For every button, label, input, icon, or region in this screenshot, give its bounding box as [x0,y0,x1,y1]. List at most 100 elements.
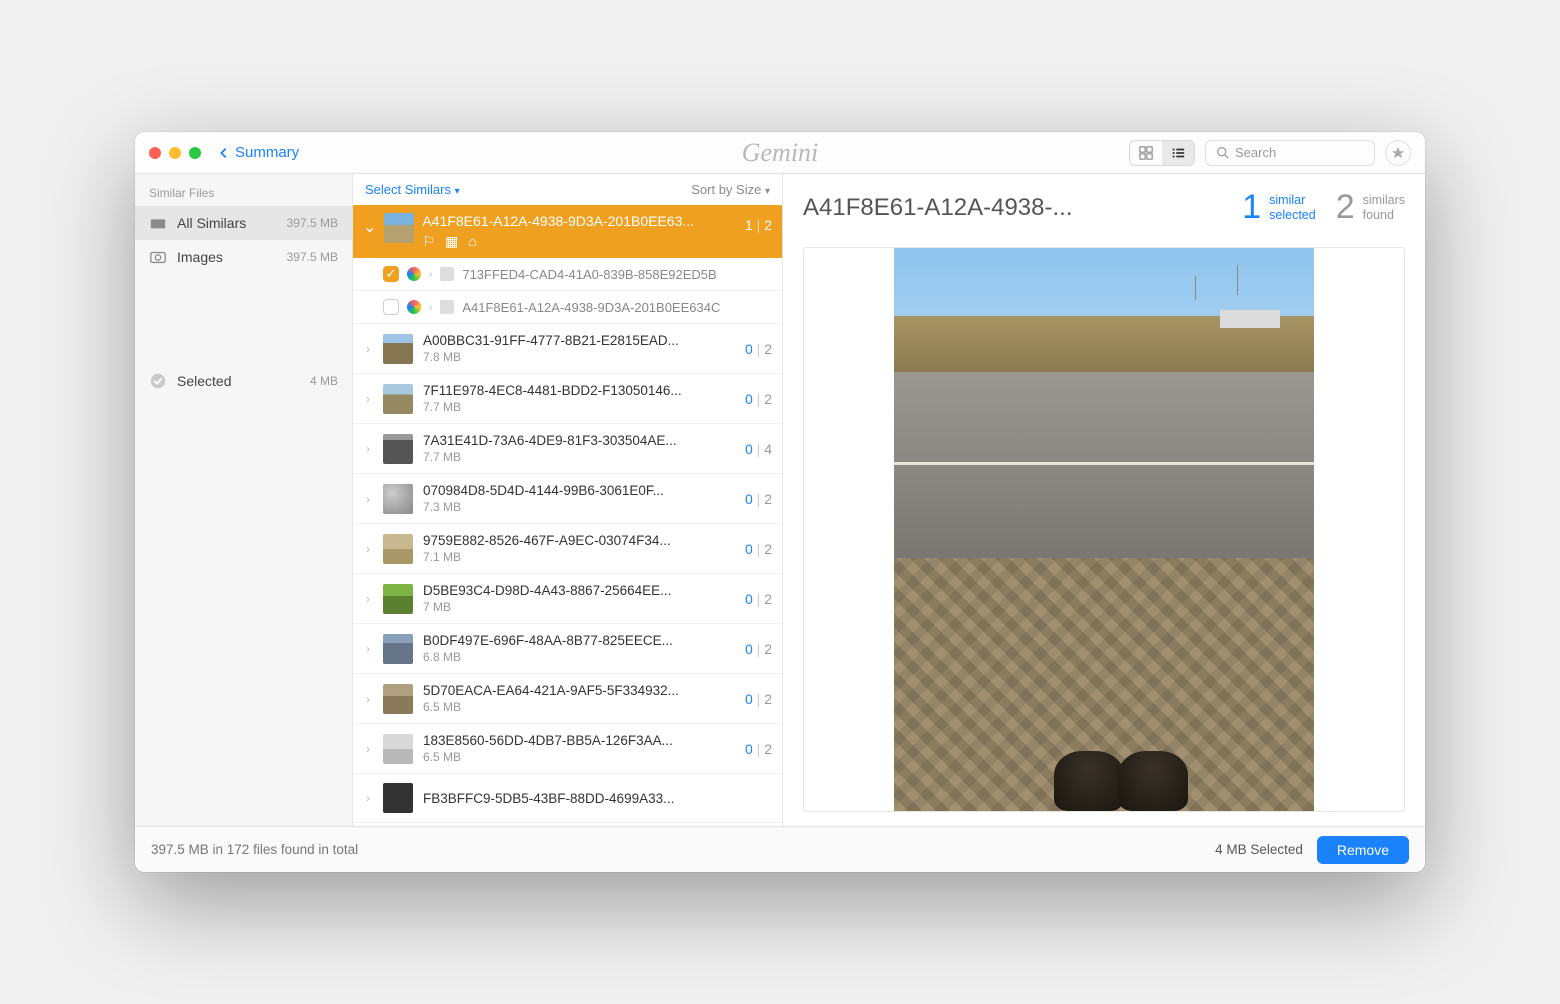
sidebar-item-selected[interactable]: Selected 4 MB [135,364,352,398]
sidebar: Similar Files All Similars 397.5 MB Imag… [135,174,353,826]
thumbnail [383,384,413,414]
favorite-button[interactable] [1385,140,1411,166]
stat-found: 2 similarsfound [1336,188,1405,227]
group-count: 0 | 2 [745,591,772,607]
group-name: A41F8E61-A12A-4938-9D3A-201B0EE63... [422,213,737,229]
group-row[interactable]: › A00BBC31-91FF-4777-8B21-E2815EAD... 7.8 … [353,324,782,374]
chevron-left-icon [217,146,231,160]
zoom-icon[interactable] [189,147,201,159]
thumbnail [383,634,413,664]
group-name: D5BE93C4-D98D-4A43-8867-25664EE... [423,583,735,598]
group-name: 7A31E41D-73A6-4DE9-81F3-303504AE... [423,433,735,448]
group-size: 7.7 MB [423,450,735,464]
group-size: 7.8 MB [423,350,735,364]
grid-view-button[interactable] [1130,141,1162,165]
group-name: B0DF497E-696F-48AA-8B77-825EECE... [423,633,735,648]
back-button[interactable]: Summary [217,144,299,161]
weight-icon: ⌂ [468,233,476,250]
list-rows[interactable]: ⌄ A41F8E61-A12A-4938-9D3A-201B0EE63... ⚐… [353,205,782,826]
thumbnail [383,534,413,564]
app-icon [440,300,454,314]
chevron-right-icon[interactable]: › [363,742,373,756]
checkbox[interactable]: ✓ [383,266,399,282]
group-count: 1 | 2 [745,217,772,233]
sidebar-size: 397.5 MB [287,216,338,230]
group-size: 7 MB [423,600,735,614]
chevron-right-icon[interactable]: › [363,542,373,556]
thumbnail [383,334,413,364]
sidebar-size: 397.5 MB [287,250,338,264]
file-name: 713FFED4-CAD4-41A0-839B-858E92ED5B [462,267,716,282]
group-count: 0 | 4 [745,441,772,457]
group-count: 0 | 2 [745,541,772,557]
preview-image[interactable] [803,247,1405,812]
thumbnail [384,213,414,243]
back-label: Summary [235,144,299,161]
camera-icon [149,248,167,266]
chevron-right-icon[interactable]: › [363,492,373,506]
close-icon[interactable] [149,147,161,159]
thumbnail [383,684,413,714]
list-view-button[interactable] [1162,141,1194,165]
group-count: 0 | 2 [745,491,772,507]
preview-filename: A41F8E61-A12A-4938-... [803,194,1222,222]
sidebar-item-all-similars[interactable]: All Similars 397.5 MB [135,206,352,240]
signpost-icon: ⚐ [422,233,435,250]
thumbnail [383,734,413,764]
file-name: A41F8E61-A12A-4938-9D3A-201B0EE634C [462,300,720,315]
chevron-right-icon[interactable]: › [363,642,373,656]
list-icon [1171,146,1185,160]
group-row[interactable]: ›070984D8-5D4D-4144-99B6-3061E0F...7.3 M… [353,474,782,524]
chevron-right-icon[interactable]: › [363,342,373,356]
group-size: 7.1 MB [423,550,735,564]
file-row[interactable]: › A41F8E61-A12A-4938-9D3A-201B0EE634C [353,291,782,324]
check-circle-icon [149,372,167,390]
search-icon [1216,146,1229,159]
file-row[interactable]: ✓ › 713FFED4-CAD4-41A0-839B-858E92ED5B [353,258,782,291]
group-row[interactable]: › 9759E882-8526-467F-A9EC-03074F34... 7.1 … [353,524,782,574]
group-row[interactable]: ›FB3BFFC9-5DB5-43BF-88DD-4699A33... [353,774,782,823]
chevron-right-icon[interactable]: › [363,692,373,706]
sidebar-item-images[interactable]: Images 397.5 MB [135,240,352,274]
chevron-right-icon[interactable]: › [363,791,373,805]
search-input[interactable]: Search [1205,140,1375,166]
preview-pane: A41F8E61-A12A-4938-... 1 similarselected… [783,174,1425,826]
checkbox[interactable] [383,299,399,315]
group-row[interactable]: ›B0DF497E-696F-48AA-8B77-825EECE...6.8 M… [353,624,782,674]
metadata-icons: ⚐ ▦ ⌂ [422,233,737,250]
group-name: 9759E882-8526-467F-A9EC-03074F34... [423,533,735,548]
group-name: 183E8560-56DD-4DB7-BB5A-126F3AA... [423,733,735,748]
list-header: Select Similars ▾ Sort by Size ▾ [353,174,782,205]
chevron-right-icon[interactable]: › [363,442,373,456]
titlebar: Summary Gemini Search [135,132,1425,174]
group-size: 6.5 MB [423,700,735,714]
sidebar-header: Similar Files [135,180,352,206]
remove-button[interactable]: Remove [1317,836,1409,864]
group-row[interactable]: › D5BE93C4-D98D-4A43-8867-25664EE... 7 MB 0… [353,574,782,624]
group-count: 0 | 2 [745,691,772,707]
group-row[interactable]: › 7A31E41D-73A6-4DE9-81F3-303504AE... 7.7 … [353,424,782,474]
group-row[interactable]: ›183E8560-56DD-4DB7-BB5A-126F3AA...6.5 M… [353,724,782,774]
group-row[interactable]: ›5D70EACA-EA64-421A-9AF5-5F334932...6.5 … [353,674,782,724]
search-placeholder: Search [1235,145,1276,160]
view-toggle [1129,140,1195,166]
footer: 397.5 MB in 172 files found in total 4 M… [135,826,1425,872]
calendar-icon: ▦ [445,233,458,250]
select-similars-button[interactable]: Select Similars ▾ [365,182,460,197]
star-icon [1391,146,1405,160]
photos-icon [407,300,421,314]
group-row[interactable]: ›7F11E978-4EC8-4481-BDD2-F13050146...7.7… [353,374,782,424]
chevron-right-icon[interactable]: › [363,592,373,606]
group-name: A00BBC31-91FF-4777-8B21-E2815EAD... [423,333,735,348]
group-size: 7.3 MB [423,500,735,514]
sort-button[interactable]: Sort by Size ▾ [691,182,770,197]
group-count: 0 | 2 [745,391,772,407]
minimize-icon[interactable] [169,147,181,159]
sidebar-label: All Similars [177,215,246,231]
chevron-right-icon: › [429,302,432,313]
chevron-down-icon[interactable]: ⌄ [363,217,376,237]
chevron-right-icon[interactable]: › [363,392,373,406]
preview-header: A41F8E61-A12A-4938-... 1 similarselected… [783,174,1425,241]
group-row-expanded[interactable]: ⌄ A41F8E61-A12A-4938-9D3A-201B0EE63... ⚐… [353,205,782,258]
body: Similar Files All Similars 397.5 MB Imag… [135,174,1425,826]
